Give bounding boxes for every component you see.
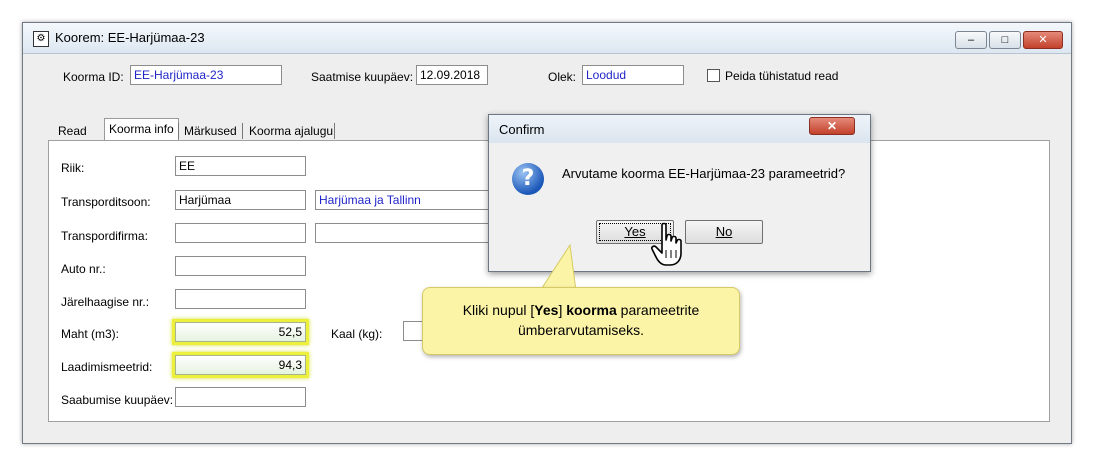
tooltip-callout: Kliki nupul [Yes] koorma parameetrite üm…: [422, 287, 740, 355]
peida-checkbox[interactable]: [707, 69, 720, 82]
dialog-message: Arvutame koorma EE-Harjümaa-23 parameetr…: [562, 166, 846, 181]
auto-field[interactable]: [175, 256, 306, 276]
callout-pointer: [539, 243, 577, 292]
title-bar[interactable]: ⚙ Koorem: EE-Harjümaa-23 – □ ✕: [23, 23, 1071, 54]
tab-separator: [242, 123, 243, 139]
minimize-button[interactable]: –: [955, 31, 987, 49]
laadimis-label: Laadimismeetrid:: [61, 360, 153, 374]
olek-label: Olek:: [548, 70, 577, 84]
maht-label: Maht (m3):: [61, 327, 120, 341]
transporditsoon-label: Transporditsoon:: [61, 195, 151, 209]
callout-bold-koorma: koorma: [566, 302, 617, 318]
maht-field[interactable]: 52,5: [175, 322, 306, 342]
transpordifirma-label: Transpordifirma:: [61, 229, 148, 243]
jarelhaagise-label: Järelhaagise nr.:: [61, 295, 150, 309]
riik-field[interactable]: EE: [175, 156, 306, 176]
jarelhaagise-field[interactable]: [175, 289, 306, 309]
hand-cursor-icon: [651, 222, 682, 266]
saabumise-label: Saabumise kuupäev:: [61, 393, 174, 407]
app-icon: ⚙: [33, 31, 49, 47]
tab-koorma-ajalugu[interactable]: Koorma ajalugu: [244, 120, 338, 142]
callout-text: Kliki nupul [Yes] koorma parameetrite üm…: [433, 300, 729, 340]
tab-koorma-info[interactable]: Koorma info: [104, 118, 179, 142]
close-button[interactable]: ✕: [1023, 31, 1063, 49]
transpordifirma-field[interactable]: [175, 223, 306, 243]
tab-markused[interactable]: Märkused: [179, 120, 242, 142]
saatmise-label: Saatmise kuupäev:: [311, 70, 414, 84]
callout-bold-yes: Yes: [534, 302, 559, 318]
callout-text-part: Kliki nupul [: [462, 302, 535, 318]
minimize-icon: –: [967, 34, 975, 46]
koorma-id-label: Koorma ID:: [63, 70, 124, 84]
tab-read[interactable]: Read: [53, 120, 92, 142]
dialog-title-bar[interactable]: Confirm ✕: [489, 115, 870, 143]
close-icon: ✕: [1038, 34, 1048, 46]
saatmise-date-field[interactable]: 12.09.2018: [416, 65, 488, 85]
dialog-title: Confirm: [499, 122, 545, 137]
maximize-icon: □: [1001, 34, 1009, 46]
transpordifirma-description: [315, 223, 493, 243]
olek-field[interactable]: Loodud: [582, 65, 684, 85]
no-button[interactable]: No: [685, 220, 763, 244]
question-icon: ?: [512, 163, 544, 195]
peida-label: Peida tühistatud read: [725, 69, 839, 83]
laadimis-field[interactable]: 94,3: [175, 355, 306, 375]
transporditsoon-field[interactable]: Harjümaa: [175, 190, 306, 210]
laadimis-highlight: 94,3: [172, 352, 309, 378]
maximize-button[interactable]: □: [989, 31, 1021, 49]
dialog-close-button[interactable]: ✕: [809, 117, 855, 135]
close-icon: ✕: [826, 119, 838, 133]
riik-label: Riik:: [61, 161, 85, 175]
kaal-label: Kaal (kg):: [331, 327, 383, 341]
yes-button-label: Yes: [624, 224, 646, 239]
transporditsoon-description: Harjümaa ja Tallinn: [315, 190, 493, 210]
window-title: Koorem: EE-Harjümaa-23: [55, 30, 205, 45]
koorma-id-field[interactable]: EE-Harjümaa-23: [130, 65, 282, 85]
no-button-label: No: [715, 224, 733, 239]
saabumise-field[interactable]: [175, 387, 306, 407]
maht-highlight: 52,5: [172, 319, 309, 345]
tab-separator: [334, 123, 335, 139]
auto-label: Auto nr.:: [61, 262, 106, 276]
